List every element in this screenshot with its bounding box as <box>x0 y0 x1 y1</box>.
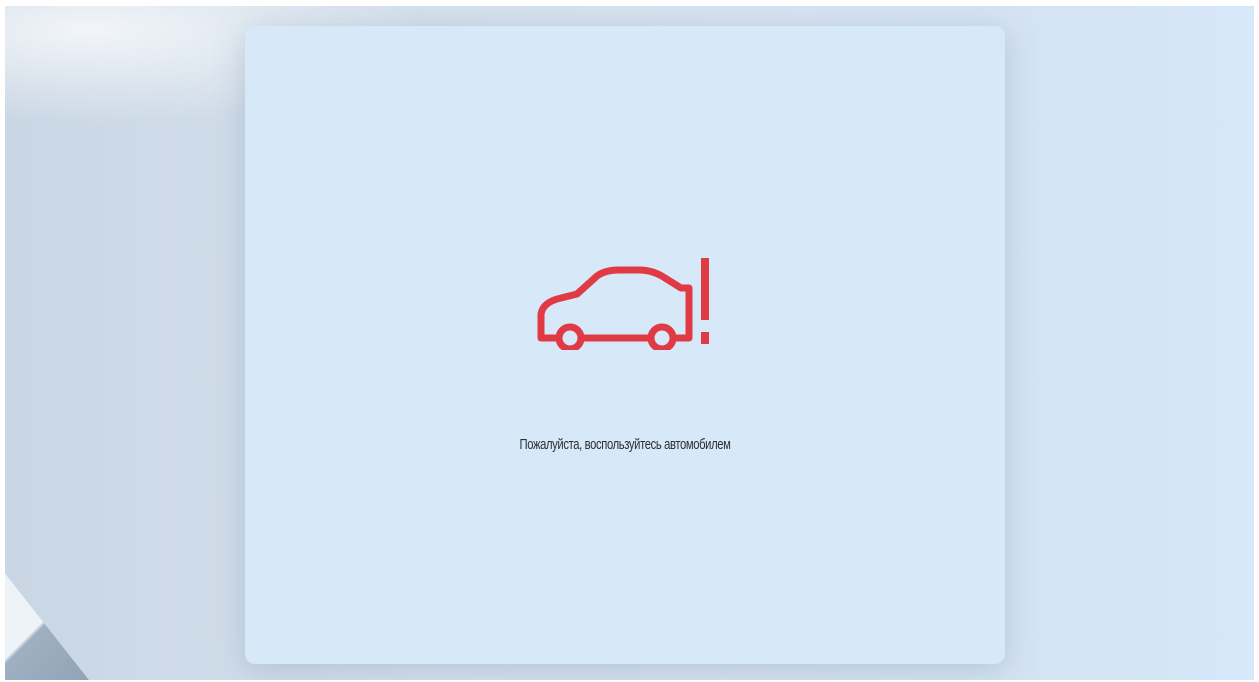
dialog-message: Пожалуйста, воспользуйтесь автомобилем <box>519 436 731 453</box>
warning-dialog: Пожалуйста, воспользуйтесь автомобилем <box>245 26 1005 664</box>
desktop-screen: Пожалуйста, воспользуйтесь автомобилем <box>5 6 1254 680</box>
wallpaper-corner-shape <box>5 561 106 680</box>
wallpaper-gradient <box>1114 6 1254 680</box>
car-warning-icon <box>537 258 709 350</box>
